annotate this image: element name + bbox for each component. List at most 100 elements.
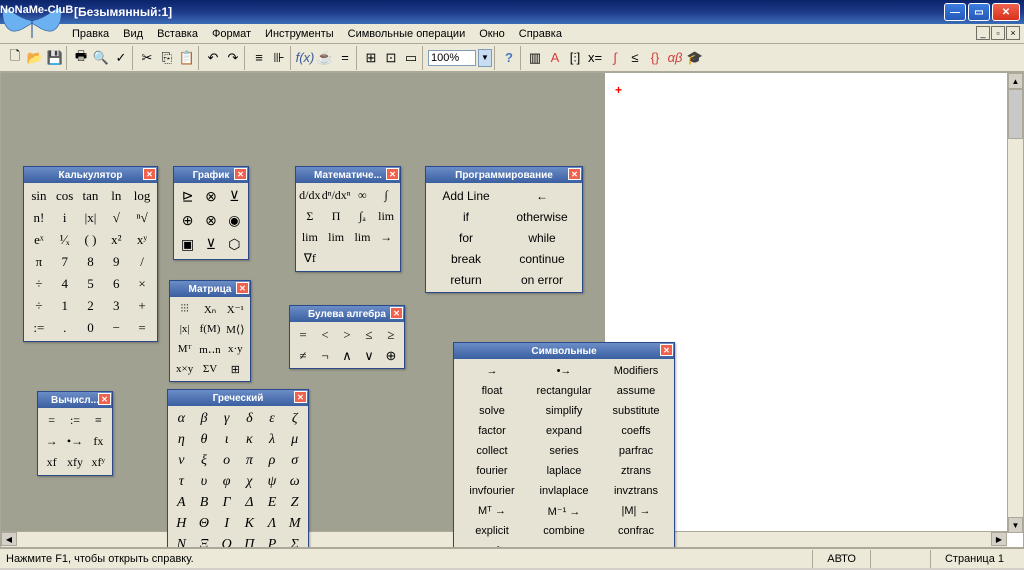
palette-cell[interactable]: M⁻¹ →	[528, 501, 600, 521]
palette-cell[interactable]: π	[238, 450, 261, 471]
palette-cell[interactable]: xfʸ	[87, 452, 110, 473]
palette-cell[interactable]: ▣	[176, 233, 199, 257]
close-icon[interactable]: ✕	[390, 307, 403, 319]
palette-cell[interactable]: ztrans	[600, 461, 672, 481]
palette-cell[interactable]: =	[129, 317, 155, 339]
palette-cell[interactable]: dⁿ/dxⁿ	[322, 185, 351, 206]
palette-cell[interactable]: fx	[87, 431, 110, 452]
align-icon[interactable]: ≡	[250, 49, 268, 67]
palette-cell[interactable]: ψ	[261, 471, 284, 492]
scroll-right-icon[interactable]: ▶	[991, 532, 1007, 546]
palette-cell[interactable]	[322, 248, 351, 269]
palette-cell[interactable]: Ρ	[261, 534, 284, 548]
redo-icon[interactable]: ↷	[224, 49, 242, 67]
fx-icon[interactable]: f(x)	[296, 49, 314, 67]
palette-cell[interactable]: 1	[52, 295, 78, 317]
palette-cell[interactable]: xf	[40, 452, 63, 473]
palette-cell[interactable]: invfourier	[456, 481, 528, 501]
copy-icon[interactable]: ⎘	[158, 49, 176, 67]
palette-cell[interactable]: solve	[456, 401, 528, 421]
print-icon[interactable]: 🖶	[72, 49, 90, 67]
palette-cell[interactable]: ⫶⫶⫶	[172, 299, 197, 319]
palette-cell[interactable]: Mᵀ →	[456, 501, 528, 521]
undo-icon[interactable]: ↶	[204, 49, 222, 67]
open-icon[interactable]: 📂	[26, 49, 44, 67]
palette-cell[interactable]: ≥	[380, 324, 402, 345]
palette-cell[interactable]: Π	[322, 206, 351, 227]
palette-graph[interactable]: График✕ ⊵⊗⊻⊕⊗◉▣⊻⬡	[173, 166, 249, 260]
palette-cell[interactable]: otherwise	[504, 206, 580, 227]
palette-cell[interactable]: xʸ	[129, 229, 155, 251]
palette-cell[interactable]: Mᵀ	[172, 339, 197, 359]
comp3-icon[interactable]: ▭	[402, 49, 420, 67]
comp2-icon[interactable]: ⊡	[382, 49, 400, 67]
palette-cell[interactable]: lim	[351, 227, 375, 248]
palette-cell[interactable]: simplify	[528, 401, 600, 421]
menu-help[interactable]: Справка	[519, 28, 562, 40]
palette-cell[interactable]: Ο	[215, 534, 238, 548]
palette-cell[interactable]: ( )	[78, 229, 104, 251]
mdi-minimize[interactable]: _	[976, 26, 990, 40]
close-icon[interactable]: ✕	[98, 393, 111, 405]
palette-cell[interactable]: ⊵	[176, 185, 199, 209]
palette-cell[interactable]: factor	[456, 421, 528, 441]
palette-cell[interactable]: invlaplace	[528, 481, 600, 501]
palette-cell[interactable]: Μ	[283, 513, 306, 534]
palette-cell[interactable]: λ	[261, 429, 284, 450]
palette-cell[interactable]: ω	[283, 471, 306, 492]
palette-cell[interactable]: coeffs	[600, 421, 672, 441]
palette-cell[interactable]: sin	[26, 185, 52, 207]
pal-matrix-icon[interactable]: [⫶]	[566, 49, 584, 67]
palette-cell[interactable]: β	[193, 408, 216, 429]
mdi-close[interactable]: ×	[1006, 26, 1020, 40]
palette-cell[interactable]: τ	[170, 471, 193, 492]
palette-cell[interactable]: ←	[504, 185, 580, 206]
palette-cell[interactable]: X⁻¹	[223, 299, 248, 319]
palette-cell[interactable]: ο	[215, 450, 238, 471]
palette-cell[interactable]: ∫ₐ	[351, 206, 375, 227]
palette-cell[interactable]: laplace	[528, 461, 600, 481]
palette-cell[interactable]: lim	[374, 206, 398, 227]
pal-calc2-icon[interactable]: ∫	[606, 49, 624, 67]
palette-cell[interactable]: Η	[170, 513, 193, 534]
palette-cell[interactable]: ÷	[26, 295, 52, 317]
menu-edit[interactable]: Правка	[72, 28, 109, 40]
palette-cell[interactable]: confrac	[600, 521, 672, 541]
palette-cell[interactable]: series	[528, 441, 600, 461]
palette-cell[interactable]: Σ	[298, 206, 322, 227]
scroll-thumb[interactable]	[1008, 89, 1023, 139]
palette-cell[interactable]: /	[129, 251, 155, 273]
palette-matrix[interactable]: Матрица✕ ⫶⫶⫶XₙX⁻¹|x|f(M)M⟨⟩Mᵀm‥nx·yx×yΣV…	[169, 280, 251, 382]
palette-cell[interactable]: ⊞	[223, 359, 248, 379]
palette-cell[interactable]: ⬡	[223, 233, 246, 257]
palette-cell[interactable]: χ	[238, 471, 261, 492]
palette-cell[interactable]: Xₙ	[197, 299, 222, 319]
palette-cell[interactable]	[374, 248, 398, 269]
palette-cell[interactable]: ν	[170, 450, 193, 471]
palette-cell[interactable]: for	[428, 227, 504, 248]
palette-cell[interactable]: rectangular	[528, 381, 600, 401]
palette-cell[interactable]	[351, 248, 375, 269]
palette-cell[interactable]: combine	[528, 521, 600, 541]
palette-cell[interactable]: <	[314, 324, 336, 345]
palette-cell[interactable]: Β	[193, 492, 216, 513]
palette-cell[interactable]: ◉	[223, 209, 246, 233]
zoom-dropdown-icon[interactable]: ▼	[478, 49, 492, 67]
palette-boolean[interactable]: Булева алгебра✕ =<>≤≥≠¬∧∨⊕	[289, 305, 405, 369]
palette-cell[interactable]: →	[374, 227, 398, 248]
palette-cell[interactable]: ⊻	[223, 185, 246, 209]
equal-icon[interactable]: =	[336, 49, 354, 67]
palette-cell[interactable]: parfrac	[600, 441, 672, 461]
palette-cell[interactable]: ΣV	[197, 359, 222, 379]
pal-greek-icon[interactable]: αβ	[666, 49, 684, 67]
palette-cell[interactable]: Λ	[261, 513, 284, 534]
palette-cell[interactable]: :=	[26, 317, 52, 339]
unit-icon[interactable]: ☕	[316, 49, 334, 67]
palette-cell[interactable]: x²	[103, 229, 129, 251]
pal-eval-icon[interactable]: x=	[586, 49, 604, 67]
close-button[interactable]: ✕	[992, 3, 1020, 21]
palette-cell[interactable]: Ε	[261, 492, 284, 513]
palette-cell[interactable]: ≤	[358, 324, 380, 345]
palette-cell[interactable]: ζ	[283, 408, 306, 429]
align2-icon[interactable]: ⊪	[270, 49, 288, 67]
